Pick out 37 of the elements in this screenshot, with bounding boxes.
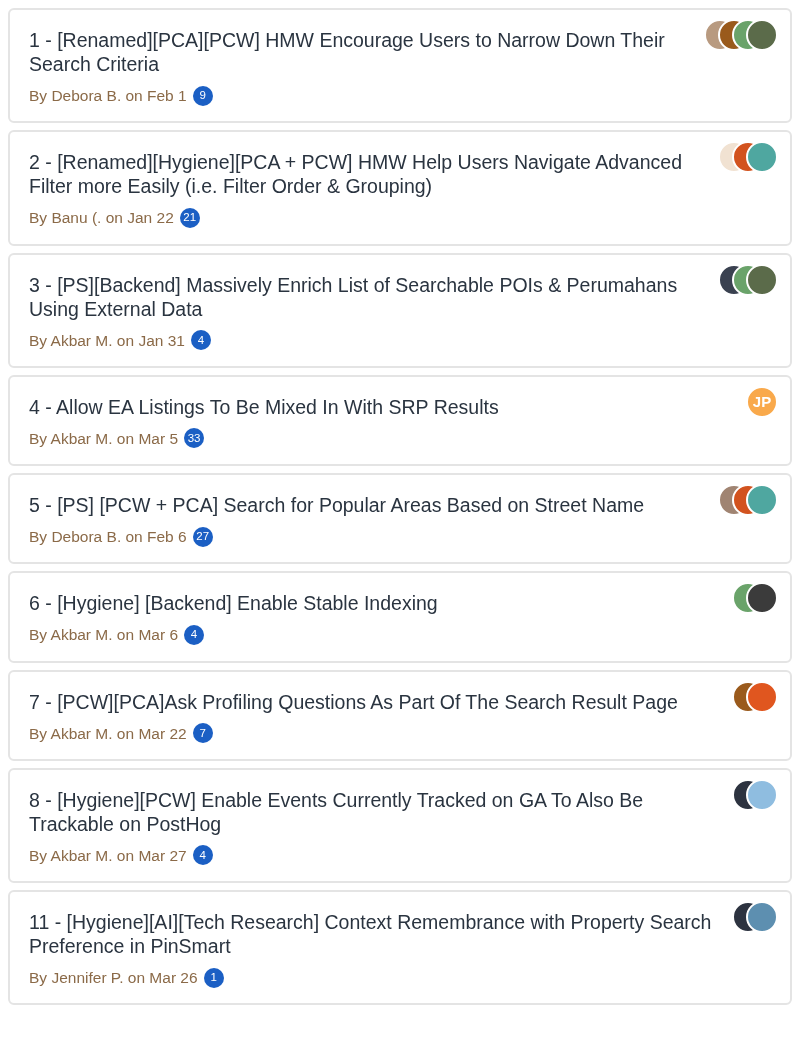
issue-title[interactable]: 3 - [PS][Backend] Massively Enrich List of Searchable POIs & Perumahans Using External Data [29, 272, 710, 321]
author-date: By Debora B. on Feb 1 [29, 86, 187, 106]
comment-count: 27 [192, 526, 213, 547]
issue-card[interactable]: 5 - [PS] [PCW + PCA] Search for Popular Areas Based on Street Name By Debora B. on Feb 6 27 [8, 473, 792, 565]
author-date: By Akbar M. on Mar 5 [29, 428, 179, 449]
author-date: By Akbar M. on Mar 22 [29, 723, 187, 744]
issue-title[interactable]: 11 - [Hygiene][AI][Tech Research] Context Remembrance with Property Search Preference in PinSmart [29, 910, 724, 958]
author-date: By Debora B. on Feb 6 [29, 527, 187, 547]
issue-title[interactable]: 8 - [Hygiene][PCW] Enable Events Currently Tracked on GA To Also Be Trackable on PostHog [29, 787, 724, 836]
issue-card[interactable]: 3 - [PS][Backend] Massively Enrich List of Searchable POIs & Perumahans Using External Data By Akbar M. on Jan 31 4 [8, 252, 792, 368]
issue-title[interactable]: 6 - [Hygiene] [Backend] Enable Stable Indexing [29, 591, 724, 616]
comment-count: 21 [179, 207, 200, 228]
issue-card[interactable]: 6 - [Hygiene] [Backend] Enable Stable Indexing By Akbar M. on Mar 6 4 [8, 571, 792, 663]
avatar: JP [746, 385, 778, 418]
comment-count: 4 [184, 624, 205, 645]
comment-count: 7 [192, 723, 213, 744]
issue-title[interactable]: 7 - [PCW][PCA]Ask Profiling Questions As Part Of The Search Result Page [29, 689, 724, 714]
issue-card[interactable]: 7 - [PCW][PCA]Ask Profiling Questions As Part Of The Search Result Page By Akbar M. on Mar 22 7 [8, 669, 792, 761]
issue-title[interactable]: 2 - [Renamed][Hygiene][PCA + PCW] HMW Help Users Navigate Advanced Filter more Easily (i.e. Filter Order & Grouping) [29, 150, 710, 199]
issue-card[interactable]: 4 - Allow EA Listings To Be Mixed In With SRP Results By Akbar M. on Mar 5 33 JP [8, 374, 792, 466]
author-date: By Akbar M. on Mar 27 [29, 845, 187, 866]
issue-card[interactable]: 1 - [Renamed][PCA][PCW] HMW Encourage Users to Narrow Down Their Search Criteria By Debora B. on Feb 1 9 [8, 8, 792, 124]
author-date: By Akbar M. on Jan 31 [29, 330, 185, 351]
comment-count: 33 [184, 428, 205, 449]
comment-count: 4 [192, 845, 213, 866]
comment-count: 1 [203, 967, 224, 988]
comment-count: 9 [192, 85, 213, 106]
issue-title[interactable]: 1 - [Renamed][PCA][PCW] HMW Encourage Users to Narrow Down Their Search Criteria [29, 28, 696, 76]
issue-title[interactable]: 5 - [PS] [PCW + PCA] Search for Popular Areas Based on Street Name [29, 493, 710, 517]
issue-card[interactable]: 11 - [Hygiene][AI][Tech Research] Context Remembrance with Property Search Preference in PinSmart By Jennifer P. on Mar 26 1 [8, 890, 792, 1006]
author-date: By Jennifer P. on Mar 26 [29, 968, 198, 988]
issue-card[interactable]: 8 - [Hygiene][PCW] Enable Events Currently Tracked on GA To Also Be Trackable on PostHog By Akbar M. on Mar 27 4 [8, 767, 792, 883]
comment-count: 4 [190, 330, 211, 351]
issue-card[interactable]: 2 - [Renamed][Hygiene][PCA + PCW] HMW Help Users Navigate Advanced Filter more Easily (i.e. Filter Order & Grouping) By Banu (. on Jan 22 21 [8, 130, 792, 246]
author-date: By Akbar M. on Mar 6 [29, 625, 179, 646]
author-date: By Banu (. on Jan 22 [29, 208, 174, 229]
issue-title[interactable]: 4 - Allow EA Listings To Be Mixed In With SRP Results [29, 394, 738, 419]
